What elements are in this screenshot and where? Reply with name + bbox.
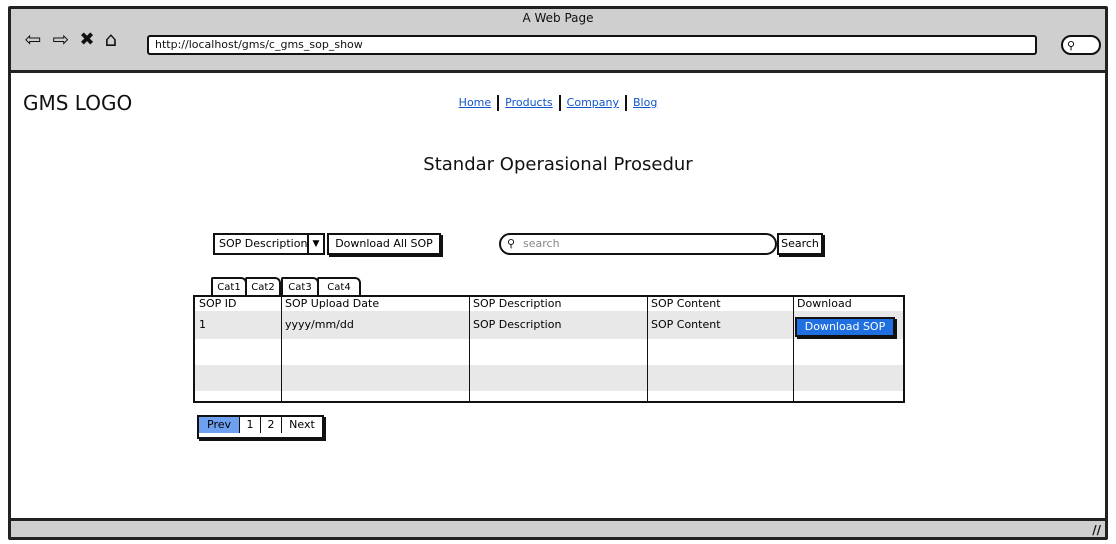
- table-header-row: SOP ID SOP Upload Date SOP Description S…: [195, 297, 903, 311]
- page-title: Standar Operasional Prosedur: [423, 154, 693, 175]
- search-placeholder: search: [523, 237, 560, 250]
- page-1-button[interactable]: 1: [240, 417, 261, 433]
- nav-link-blog[interactable]: Blog: [629, 96, 661, 109]
- tab-cat2[interactable]: Cat2: [245, 277, 281, 297]
- column-divider: [647, 297, 648, 401]
- tab-cat1[interactable]: Cat1: [211, 277, 247, 297]
- page-2-button[interactable]: 2: [261, 417, 282, 433]
- next-page-button[interactable]: Next: [282, 417, 322, 433]
- prev-page-button[interactable]: Prev: [199, 417, 240, 433]
- top-navigation: Home Products Company Blog: [11, 95, 1105, 111]
- nav-separator: [497, 95, 500, 111]
- browser-search-button[interactable]: ⚲: [1061, 35, 1101, 55]
- browser-toolbar: A Web Page ⇦ ⇨ ✖ ⌂ http://localhost/gms/…: [11, 9, 1105, 73]
- select-value: SOP Description: [219, 237, 308, 250]
- column-header: SOP ID: [199, 297, 237, 310]
- cell-upload-date: yyyy/mm/dd: [285, 318, 354, 331]
- column-divider: [793, 297, 794, 401]
- resize-handle-icon[interactable]: //: [1092, 523, 1101, 537]
- column-divider: [281, 297, 282, 401]
- close-icon[interactable]: ✖: [75, 27, 99, 51]
- table-row: [195, 365, 903, 391]
- chevron-down-icon: ▼: [307, 235, 323, 253]
- table-row: [195, 391, 903, 401]
- search-button[interactable]: Search: [777, 233, 823, 255]
- search-icon: ⚲: [1067, 39, 1076, 52]
- browser-window: A Web Page ⇦ ⇨ ✖ ⌂ http://localhost/gms/…: [8, 6, 1108, 540]
- cell-description: SOP Description: [473, 318, 562, 331]
- search-icon: ⚲: [507, 237, 516, 250]
- cell-content: SOP Content: [651, 318, 721, 331]
- nav-separator: [625, 95, 627, 111]
- arrow-right-icon[interactable]: ⇨: [49, 27, 73, 51]
- column-header: SOP Upload Date: [285, 297, 380, 310]
- window-title: A Web Page: [522, 11, 594, 25]
- download-sop-button[interactable]: Download SOP: [795, 317, 895, 337]
- table-row: [195, 339, 903, 365]
- column-header: SOP Content: [651, 297, 721, 310]
- nav-link-company[interactable]: Company: [563, 96, 623, 109]
- sop-filter-select[interactable]: SOP Description ▼: [213, 233, 325, 255]
- cell-sop-id: 1: [199, 318, 206, 331]
- column-header: Download: [797, 297, 852, 310]
- nav-link-products[interactable]: Products: [501, 96, 557, 109]
- nav-link-home[interactable]: Home: [455, 96, 495, 109]
- pagination: Prev 1 2 Next: [197, 415, 324, 439]
- status-bar: //: [11, 518, 1105, 537]
- search-input[interactable]: ⚲ search: [499, 233, 777, 255]
- tab-cat3[interactable]: Cat3: [281, 277, 319, 297]
- download-all-sop-button[interactable]: Download All SOP: [327, 233, 441, 255]
- home-icon[interactable]: ⌂: [99, 27, 123, 51]
- address-bar[interactable]: http://localhost/gms/c_gms_sop_show: [147, 35, 1037, 55]
- column-header: SOP Description: [473, 297, 562, 310]
- column-divider: [469, 297, 470, 401]
- nav-separator: [558, 95, 561, 111]
- sop-table: SOP ID SOP Upload Date SOP Description S…: [193, 295, 905, 403]
- arrow-left-icon[interactable]: ⇦: [21, 27, 45, 51]
- tab-cat4[interactable]: Cat4: [317, 277, 361, 297]
